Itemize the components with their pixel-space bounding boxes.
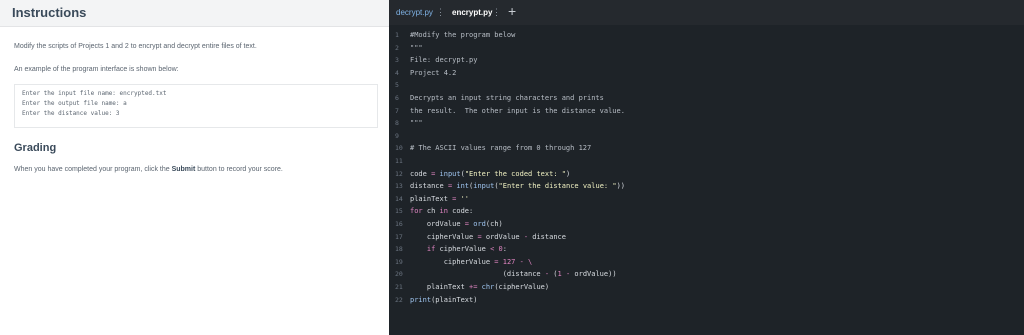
grading-title: Grading (14, 142, 57, 154)
code-line[interactable]: for ch in code: (410, 207, 473, 215)
grading-text-pre: When you have completed your program, cl… (14, 166, 172, 173)
code-line[interactable]: cipherValue = 127 - \ (410, 258, 533, 266)
sample-line: Enter the input file name: encrypted.txt (22, 90, 167, 97)
code-line[interactable]: ordValue = ord(ch) (410, 220, 503, 228)
code-line[interactable]: Project 4.2 (410, 69, 456, 77)
code-line[interactable]: code = input("Enter the coded text: ") (410, 170, 570, 178)
instructions-title: Instructions (12, 5, 87, 20)
line-number: 21 (395, 283, 403, 291)
code-line[interactable]: if cipherValue < 0: (410, 245, 507, 253)
line-number: 1 (395, 31, 399, 39)
grading-text: When you have completed your program, cl… (14, 166, 283, 173)
instructions-paragraph: An example of the program interface is s… (14, 66, 179, 73)
code-line[interactable]: Decrypts an input string characters and … (410, 94, 604, 102)
tab-encrypt-py[interactable]: encrypt.py (452, 8, 492, 17)
code-line[interactable]: (distance - (1 - ordValue)) (410, 270, 617, 278)
grading-text-post: button to record your score. (195, 166, 283, 173)
tab-decrypt-py[interactable]: decrypt.py (396, 8, 433, 17)
code-editor: decrypt.py ⋮ encrypt.py ⋮ + 1 #Modify the… (389, 0, 1024, 335)
instructions-paragraph: Modify the scripts of Projects 1 and 2 t… (14, 43, 257, 50)
code-line[interactable]: the result. The other input is the dista… (410, 107, 625, 115)
tab-menu-icon[interactable]: ⋮ (492, 7, 501, 18)
line-number: 3 (395, 56, 399, 65)
submit-reference: Submit (171, 166, 196, 173)
code-line[interactable]: File: decrypt.py (410, 56, 477, 64)
line-number: 12 (395, 169, 403, 178)
code-line[interactable]: plainText = '' (410, 195, 469, 203)
code-line[interactable]: # The ASCII values range from 0 through … (410, 144, 591, 152)
line-number: 20 (395, 270, 403, 279)
line-number: 7 (395, 106, 399, 115)
app-root: Instructions Modify the scripts of Proje… (0, 0, 1024, 335)
code-line[interactable]: """ (410, 44, 423, 52)
line-number: 2 (395, 43, 399, 52)
line-number: 16 (395, 220, 403, 228)
line-number: 17 (395, 232, 403, 241)
line-number: 5 (395, 81, 399, 90)
sample-line: Enter the distance value: 3 (22, 110, 120, 117)
code-line[interactable]: distance = int(input("Enter the distance… (410, 182, 625, 190)
code-area[interactable]: 1 #Modify the program below 2 """ 3 File: dec… (389, 28, 1024, 328)
line-number: 19 (395, 257, 403, 266)
line-number: 13 (395, 182, 403, 191)
line-number: 8 (395, 119, 399, 128)
line-number: 14 (395, 194, 403, 203)
code-line[interactable]: print(plainText) (410, 296, 477, 304)
line-number: 4 (395, 68, 399, 77)
sample-line: Enter the output file name: a (22, 100, 127, 107)
line-number: 15 (395, 207, 403, 216)
line-number: 6 (395, 94, 399, 102)
sample-interface-box: Enter the input file name: encrypted.txt… (14, 84, 378, 128)
line-number: 11 (395, 157, 403, 165)
line-number: 18 (395, 245, 403, 254)
editor-tab-bar: decrypt.py ⋮ encrypt.py ⋮ + (389, 0, 1024, 25)
line-number: 22 (395, 295, 403, 304)
instructions-panel: Instructions Modify the scripts of Proje… (0, 0, 389, 335)
line-number: 9 (395, 131, 399, 140)
code-line[interactable]: #Modify the program below (410, 31, 515, 39)
tab-menu-icon[interactable]: ⋮ (436, 7, 445, 18)
code-line[interactable]: """ (410, 119, 423, 127)
code-line[interactable]: cipherValue = ordValue - distance (410, 233, 566, 241)
line-number: 10 (395, 144, 403, 153)
code-line[interactable]: plainText += chr(cipherValue) (410, 283, 549, 291)
add-tab-icon[interactable]: + (508, 3, 516, 19)
